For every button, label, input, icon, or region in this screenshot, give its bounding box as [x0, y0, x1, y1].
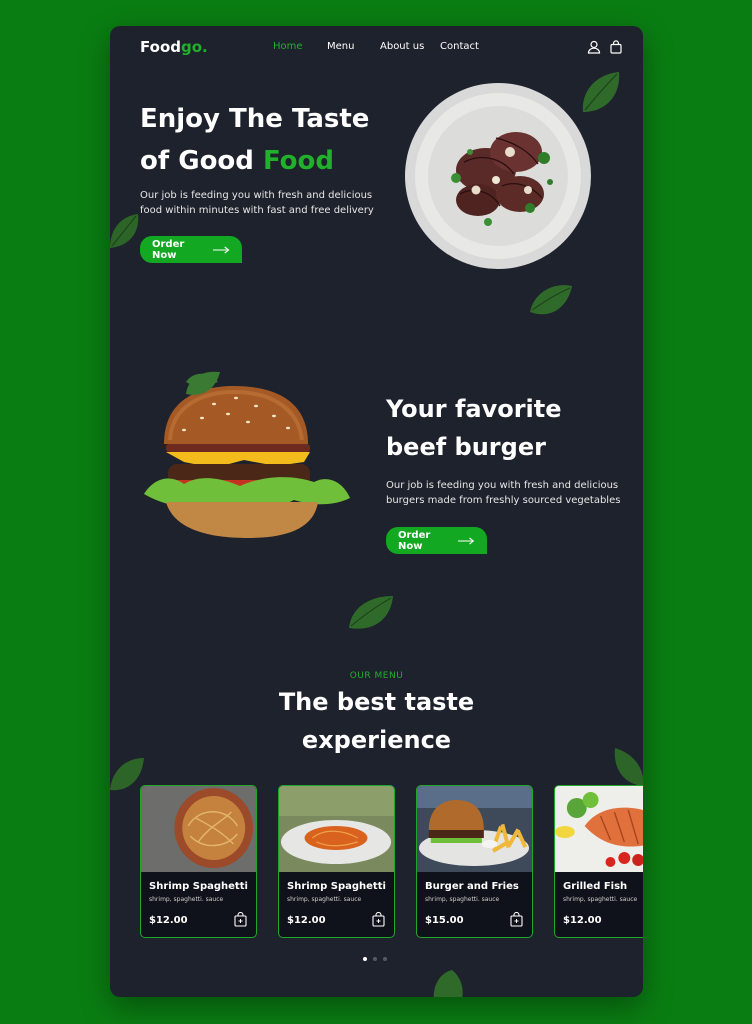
menu-card-price: $12.00	[563, 915, 602, 926]
landing-page-frame: Foodgo. Home Menu About us Contact Enjoy…	[110, 26, 643, 997]
add-to-cart-icon[interactable]	[372, 912, 385, 927]
menu-card-subtitle: shrimp, spaghetti. sauce	[287, 896, 362, 903]
menu-card-name: Shrimp Spaghetti	[287, 881, 386, 892]
basil-leaf-icon	[530, 285, 572, 315]
basil-leaf-icon	[433, 970, 463, 997]
shrimp-spaghetti-image	[279, 786, 394, 872]
grilled-dish-plate-image	[405, 83, 591, 269]
carousel-dots	[363, 957, 387, 961]
feature-order-now-label: Order Now	[398, 529, 431, 552]
arrow-right-icon	[458, 537, 475, 544]
menu-card[interactable]: Shrimp Spaghetti shrimp, spaghetti. sauc…	[278, 785, 395, 938]
carousel-dot-1[interactable]	[363, 957, 367, 961]
basil-leaf-icon	[582, 72, 620, 112]
grilled-fish-image	[555, 786, 643, 872]
user-icon[interactable]	[587, 40, 601, 54]
burger-and-fries-image	[417, 786, 532, 872]
nav-item-home[interactable]: Home	[273, 41, 303, 52]
hero-order-now-button[interactable]: Order Now	[140, 236, 242, 263]
add-to-cart-icon[interactable]	[510, 912, 523, 927]
feature-order-now-button[interactable]: Order Now	[386, 527, 487, 554]
nav-item-contact[interactable]: Contact	[440, 41, 479, 52]
menu-card-price: $12.00	[287, 915, 326, 926]
menu-card[interactable]: Grilled Fish shrimp, spaghetti. sauce $1…	[554, 785, 643, 938]
hero-title-line1: Enjoy The Taste	[140, 104, 370, 134]
menu-card-subtitle: shrimp, spaghetti. sauce	[425, 896, 500, 903]
menu-card-name: Grilled Fish	[563, 881, 628, 892]
hero-title: Enjoy The Taste of Good Food	[140, 98, 400, 182]
basil-leaf-icon	[110, 214, 139, 248]
hero-order-now-label: Order Now	[152, 238, 185, 261]
basil-leaf-icon	[186, 371, 220, 395]
add-to-cart-icon[interactable]	[234, 912, 247, 927]
shopping-bag-icon[interactable]	[609, 40, 623, 54]
beef-burger-image	[144, 373, 350, 538]
menu-card-subtitle: shrimp, spaghetti. sauce	[149, 896, 224, 903]
nav-item-about-us[interactable]: About us	[380, 41, 424, 52]
menu-card-subtitle: shrimp, spaghetti. sauce	[563, 896, 638, 903]
hero-description: Our job is feeding you with fresh and de…	[140, 190, 374, 216]
menu-card-name: Burger and Fries	[425, 881, 519, 892]
feature-title: Your favorite beef burger	[386, 395, 562, 461]
brand-logo[interactable]: Foodgo.	[140, 38, 208, 56]
carousel-dot-3[interactable]	[383, 957, 387, 961]
basil-leaf-icon	[349, 596, 393, 629]
menu-card-price: $12.00	[149, 915, 188, 926]
menu-card[interactable]: Burger and Fries shrimp, spaghetti. sauc…	[416, 785, 533, 938]
menu-card-name: Shrimp Spaghetti	[149, 881, 248, 892]
arrow-right-icon	[212, 245, 230, 254]
menu-kicker: OUR MENU	[349, 671, 404, 681]
nav-item-menu[interactable]: Menu	[327, 41, 354, 52]
hero-title-line2: of Good Food	[140, 146, 335, 176]
carousel-dot-2[interactable]	[373, 957, 377, 961]
feature-description: Our job is feeding you with fresh and de…	[386, 480, 621, 506]
shrimp-spaghetti-image	[141, 786, 256, 872]
basil-leaf-icon	[614, 748, 643, 786]
menu-card-price: $15.00	[425, 915, 464, 926]
menu-title: The best taste experience	[278, 688, 475, 754]
menu-card[interactable]: Shrimp Spaghetti shrimp, spaghetti. sauc…	[140, 785, 257, 938]
